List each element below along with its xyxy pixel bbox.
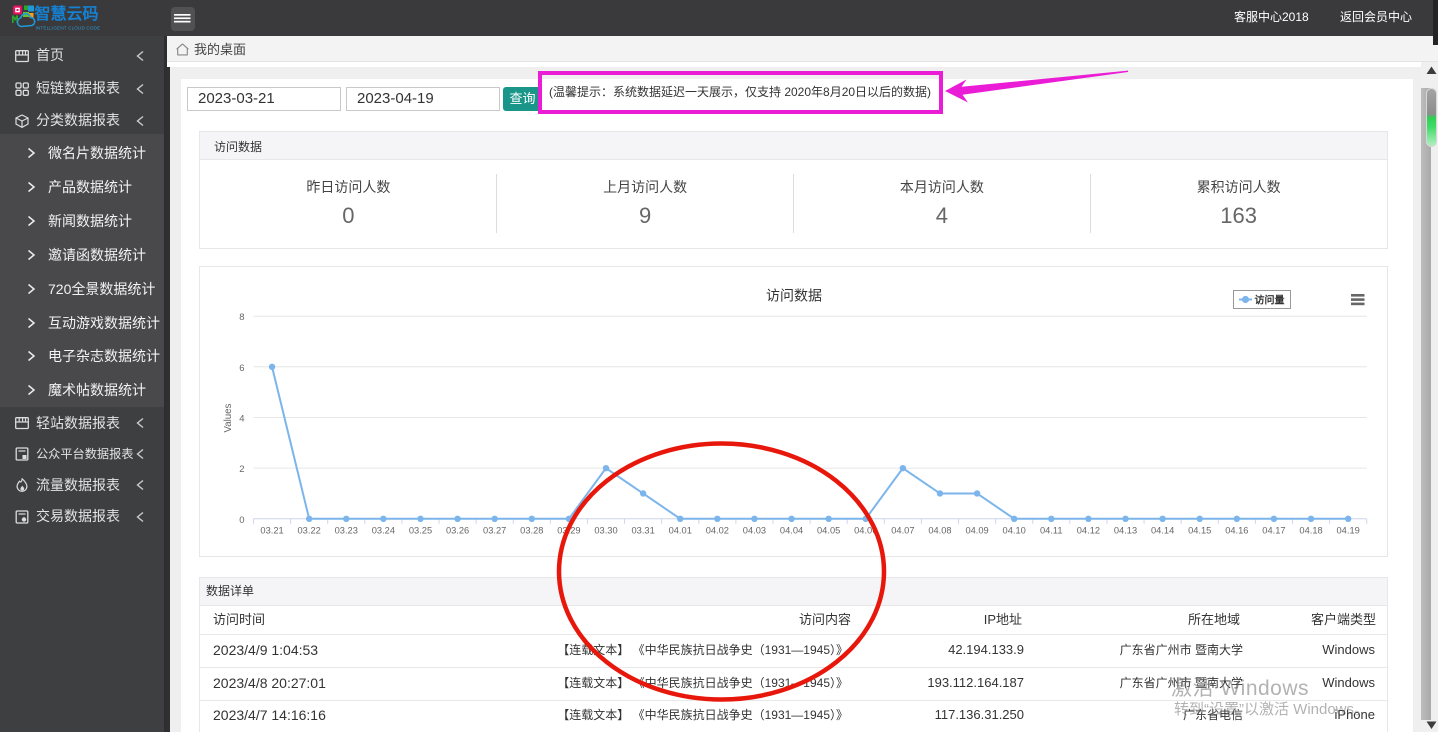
svg-text:4: 4 xyxy=(239,414,244,425)
svg-text:访问数据: 访问数据 xyxy=(766,288,822,304)
svg-text:04.11: 04.11 xyxy=(1040,526,1063,536)
svg-text:INTELLIGENT CLOUD CODE: INTELLIGENT CLOUD CODE xyxy=(36,26,101,31)
svg-text:04.18: 04.18 xyxy=(1299,526,1322,536)
svg-text:03.31: 03.31 xyxy=(631,526,654,536)
svg-text:8: 8 xyxy=(239,312,244,323)
svg-text:04.03: 04.03 xyxy=(743,526,766,536)
svg-text:04.05: 04.05 xyxy=(817,526,840,536)
svg-text:04.14: 04.14 xyxy=(1151,526,1174,536)
svg-text:04.13: 04.13 xyxy=(1114,526,1137,536)
svg-text:04.12: 04.12 xyxy=(1077,526,1100,536)
svg-text:03.21: 03.21 xyxy=(260,526,283,536)
svg-text:2: 2 xyxy=(239,464,244,475)
svg-text:03.26: 03.26 xyxy=(446,526,469,536)
svg-text:04.08: 04.08 xyxy=(928,526,951,536)
svg-text:04.10: 04.10 xyxy=(1003,526,1026,536)
svg-text:访问量: 访问量 xyxy=(1255,294,1285,307)
svg-text:03.25: 03.25 xyxy=(409,526,432,536)
svg-text:03.29: 03.29 xyxy=(557,526,580,536)
svg-text:0: 0 xyxy=(239,515,244,526)
svg-text:04.19: 04.19 xyxy=(1337,526,1360,536)
svg-text:智慧云码: 智慧云码 xyxy=(35,5,99,23)
svg-text:03.24: 03.24 xyxy=(372,526,395,536)
svg-text:Values: Values xyxy=(223,403,234,432)
svg-text:04.17: 04.17 xyxy=(1262,526,1285,536)
svg-text:03.22: 03.22 xyxy=(298,526,321,536)
svg-text:03.28: 03.28 xyxy=(520,526,543,536)
svg-text:04.06: 04.06 xyxy=(854,526,877,536)
svg-text:04.07: 04.07 xyxy=(891,526,914,536)
svg-text:04.09: 04.09 xyxy=(965,526,988,536)
svg-text:04.04: 04.04 xyxy=(780,526,803,536)
svg-text:04.16: 04.16 xyxy=(1225,526,1248,536)
svg-text:04.15: 04.15 xyxy=(1188,526,1211,536)
svg-text:03.27: 03.27 xyxy=(483,526,506,536)
svg-text:04.02: 04.02 xyxy=(706,526,729,536)
svg-text:03.30: 03.30 xyxy=(594,526,617,536)
svg-text:6: 6 xyxy=(239,363,244,374)
svg-text:04.01: 04.01 xyxy=(669,526,692,536)
svg-text:03.23: 03.23 xyxy=(335,526,358,536)
